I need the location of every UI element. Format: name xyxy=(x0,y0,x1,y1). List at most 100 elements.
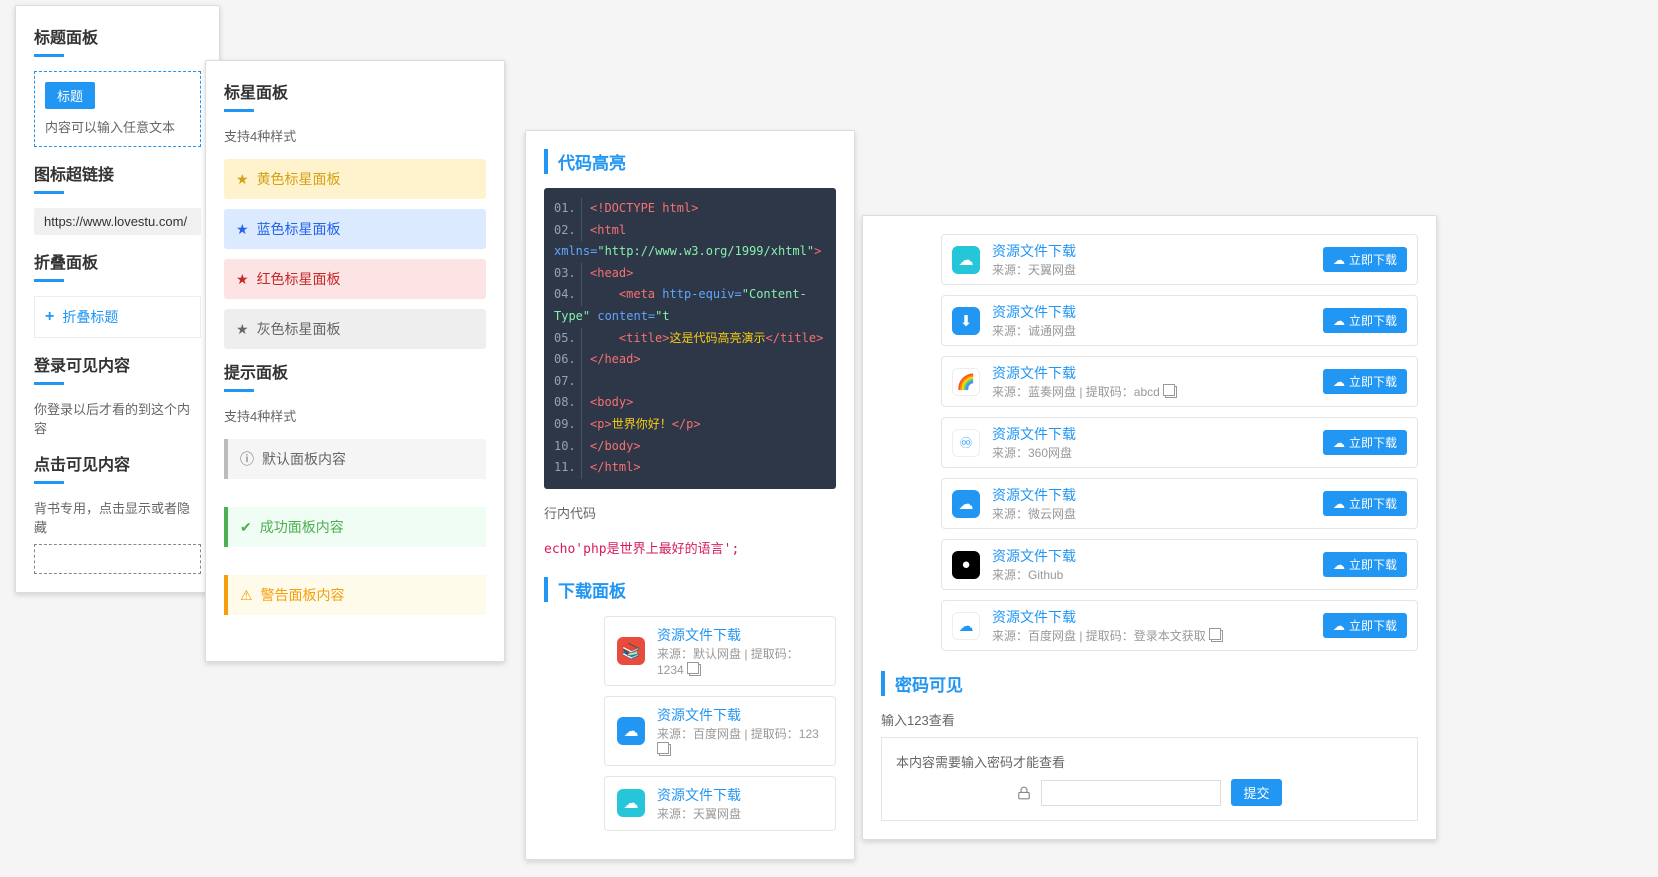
download-item[interactable]: 📚 资源文件下载 来源：默认网盘 | 提取码：1234 xyxy=(604,616,836,686)
download-title: 资源文件下载 xyxy=(992,607,1311,627)
password-header: 密码可见 xyxy=(881,671,1418,696)
download-icon: 🌈 xyxy=(952,368,980,396)
tip-label: 成功面板内容 xyxy=(260,517,344,537)
lock-icon xyxy=(1017,786,1031,800)
star-label: 灰色标星面板 xyxy=(257,319,341,339)
card-title-panel: 标题面板 标题 内容可以输入任意文本 图标超链接 https://www.lov… xyxy=(15,5,220,593)
download-title: 资源文件下载 xyxy=(992,485,1311,505)
download-info: 资源文件下载 来源：诚通网盘 xyxy=(992,302,1311,339)
tip-panel-item: ✔ 成功面板内容 xyxy=(224,507,486,547)
cloud-download-icon: ☁ xyxy=(1333,253,1345,267)
title-panel: 标题 内容可以输入任意文本 xyxy=(34,71,201,147)
download-info: 资源文件下载 来源：默认网盘 | 提取码：1234 xyxy=(657,625,823,677)
underline xyxy=(34,191,64,194)
tip-icon: ⓘ xyxy=(240,449,254,469)
cloud-download-icon: ☁ xyxy=(1333,436,1345,450)
password-box-text: 本内容需要输入密码才能查看 xyxy=(896,752,1403,771)
download-title: 资源文件下载 xyxy=(657,705,823,725)
cloud-download-icon: ☁ xyxy=(1333,497,1345,511)
underline xyxy=(34,54,64,57)
cloud-download-icon: ☁ xyxy=(1333,375,1345,389)
copy-icon[interactable] xyxy=(689,664,701,676)
download-source: 来源：天翼网盘 xyxy=(992,261,1311,278)
star-label: 红色标星面板 xyxy=(257,269,341,289)
hyperlink-url: https://www.lovestu.com/ xyxy=(44,214,187,229)
download-icon: ● xyxy=(952,551,980,579)
download-item: ● 资源文件下载 来源：Github ☁ 立即下载 xyxy=(941,539,1418,590)
star-panel-item: 灰色标星面板 xyxy=(224,309,486,349)
download-item: 🌈 资源文件下载 来源：蓝奏网盘 | 提取码：abcd ☁ 立即下载 xyxy=(941,356,1418,407)
download-source: 来源：默认网盘 | 提取码：1234 xyxy=(657,645,823,677)
underline xyxy=(34,382,64,385)
section-title: 点击可见内容 xyxy=(34,451,201,475)
download-icon: ☁ xyxy=(952,490,980,518)
hidden-content-box[interactable] xyxy=(34,544,201,574)
cloud-download-icon: ☁ xyxy=(1333,558,1345,572)
download-icon: ♾ xyxy=(952,429,980,457)
copy-icon[interactable] xyxy=(1165,386,1177,398)
card-star-panel: 标星面板 支持4种样式 黄色标星面板蓝色标星面板红色标星面板灰色标星面板 提示面… xyxy=(205,60,505,662)
download-button[interactable]: ☁ 立即下载 xyxy=(1323,552,1407,577)
star-icon xyxy=(236,271,249,288)
section-title: 提示面板 xyxy=(224,359,486,383)
download-icon: ☁ xyxy=(617,789,645,817)
download-button[interactable]: ☁ 立即下载 xyxy=(1323,308,1407,333)
download-item: ♾ 资源文件下载 来源：360网盘 ☁ 立即下载 xyxy=(941,417,1418,468)
download-button[interactable]: ☁ 立即下载 xyxy=(1323,430,1407,455)
download-source: 来源：百度网盘 | 提取码：123 xyxy=(657,725,823,757)
tip-label: 默认面板内容 xyxy=(262,449,346,469)
title-panel-text: 内容可以输入任意文本 xyxy=(45,117,190,136)
star-desc: 支持4种样式 xyxy=(224,126,486,145)
plus-icon xyxy=(45,308,54,326)
download-info: 资源文件下载 来源：百度网盘 | 提取码：登录本文获取 xyxy=(992,607,1311,644)
tip-panel-item: ⚠ 警告面板内容 xyxy=(224,575,486,615)
download-title: 资源文件下载 xyxy=(992,424,1311,444)
download-item[interactable]: ☁ 资源文件下载 来源：百度网盘 | 提取码：123 xyxy=(604,696,836,766)
collapse-item[interactable]: 折叠标题 xyxy=(34,296,201,338)
title-tag[interactable]: 标题 xyxy=(45,82,95,109)
download-info: 资源文件下载 来源：微云网盘 xyxy=(992,485,1311,522)
tip-icon: ✔ xyxy=(240,519,252,536)
download-source: 来源：天翼网盘 xyxy=(657,805,823,822)
download-info: 资源文件下载 来源：360网盘 xyxy=(992,424,1311,461)
download-title: 资源文件下载 xyxy=(992,363,1311,383)
download-item[interactable]: ☁ 资源文件下载 来源：天翼网盘 xyxy=(604,776,836,831)
download-source: 来源：诚通网盘 xyxy=(992,322,1311,339)
download-item: ☁ 资源文件下载 来源：天翼网盘 ☁ 立即下载 xyxy=(941,234,1418,285)
star-panel-item: 红色标星面板 xyxy=(224,259,486,299)
download-title: 资源文件下载 xyxy=(657,625,823,645)
tip-icon: ⚠ xyxy=(240,587,253,604)
copy-icon[interactable] xyxy=(1211,630,1223,642)
download-info: 资源文件下载 来源：百度网盘 | 提取码：123 xyxy=(657,705,823,757)
download-title: 资源文件下载 xyxy=(992,546,1311,566)
underline xyxy=(34,279,64,282)
download-header: 下载面板 xyxy=(544,577,836,602)
star-label: 蓝色标星面板 xyxy=(257,219,341,239)
download-icon: ⬇ xyxy=(952,307,980,335)
download-item: ⬇ 资源文件下载 来源：诚通网盘 ☁ 立即下载 xyxy=(941,295,1418,346)
copy-icon[interactable] xyxy=(659,744,671,756)
tip-label: 警告面板内容 xyxy=(261,585,345,605)
download-icon: ☁ xyxy=(952,612,980,640)
hyperlink-box[interactable]: https://www.lovestu.com/ xyxy=(34,208,201,235)
underline xyxy=(224,109,254,112)
password-hint: 输入123查看 xyxy=(881,710,1418,729)
code-block: 01.<!DOCTYPE html> 02.<html xmlns="http:… xyxy=(544,188,836,489)
download-button[interactable]: ☁ 立即下载 xyxy=(1323,247,1407,272)
download-info: 资源文件下载 来源：天翼网盘 xyxy=(657,785,823,822)
star-panel-item: 黄色标星面板 xyxy=(224,159,486,199)
inline-header: 行内代码 xyxy=(544,503,836,522)
download-button[interactable]: ☁ 立即下载 xyxy=(1323,369,1407,394)
underline xyxy=(224,389,254,392)
collapse-label: 折叠标题 xyxy=(62,307,118,327)
underline xyxy=(34,481,64,484)
download-info: 资源文件下载 来源：蓝奏网盘 | 提取码：abcd xyxy=(992,363,1311,400)
card-code-highlight: 代码高亮 01.<!DOCTYPE html> 02.<html xmlns="… xyxy=(525,130,855,860)
download-button[interactable]: ☁ 立即下载 xyxy=(1323,613,1407,638)
download-button[interactable]: ☁ 立即下载 xyxy=(1323,491,1407,516)
submit-button[interactable]: 提交 xyxy=(1231,779,1281,806)
download-title: 资源文件下载 xyxy=(992,241,1311,261)
download-source: 来源：360网盘 xyxy=(992,444,1311,461)
password-input[interactable] xyxy=(1041,780,1221,806)
download-icon: 📚 xyxy=(617,637,645,665)
